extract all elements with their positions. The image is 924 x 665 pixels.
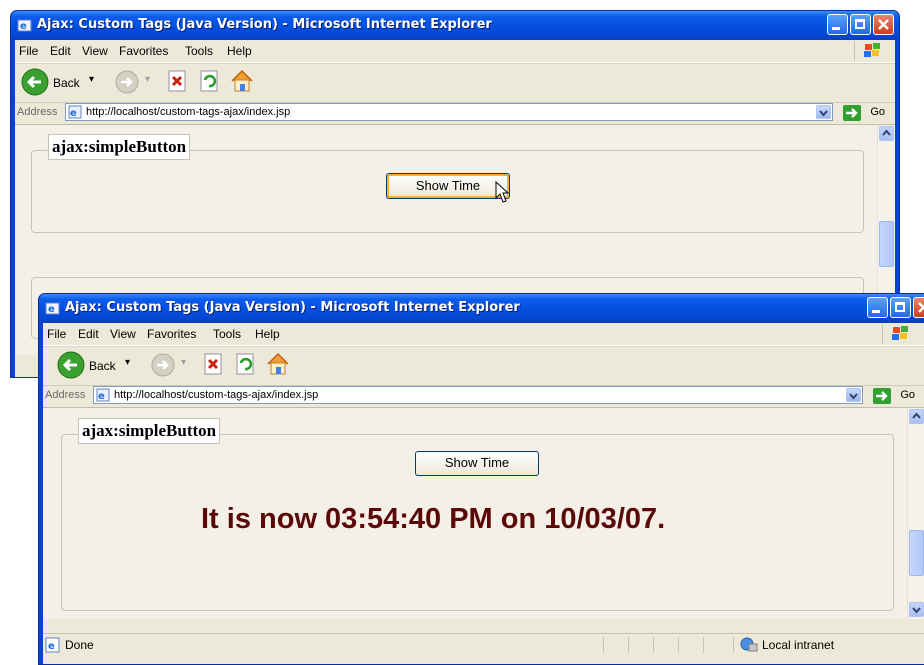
forward-dropdown-icon[interactable]: ▾	[145, 74, 150, 85]
maximize-button[interactable]	[890, 297, 911, 318]
page-done-icon: e	[45, 637, 60, 653]
show-time-button[interactable]: Show Time	[386, 173, 510, 199]
status-text: Done	[65, 638, 94, 652]
address-label: Address	[45, 389, 86, 401]
maximize-button[interactable]	[850, 14, 871, 35]
close-icon	[878, 19, 889, 30]
forward-dropdown-icon[interactable]: ▾	[181, 357, 186, 368]
go-button[interactable]: Go	[870, 106, 885, 118]
address-dropdown-icon[interactable]	[846, 388, 861, 402]
menu-file[interactable]: File	[19, 44, 38, 58]
home-icon[interactable]	[265, 351, 291, 377]
scroll-thumb[interactable]	[909, 530, 924, 576]
title-bar[interactable]: e Ajax: Custom Tags (Java Version) - Mic…	[39, 294, 924, 323]
stop-icon[interactable]	[167, 70, 189, 94]
svg-text:e: e	[48, 641, 55, 652]
go-arrow-icon[interactable]	[843, 105, 861, 121]
show-time-button[interactable]: Show Time	[415, 451, 539, 476]
scroll-up-icon[interactable]	[909, 409, 924, 424]
minimize-button[interactable]	[827, 14, 848, 35]
fieldset-legend: ajax:simpleButton	[78, 418, 221, 444]
menu-file[interactable]: File	[47, 327, 66, 341]
mouse-cursor-icon	[495, 181, 510, 203]
address-bar: Address e http://localhost/custom-tags-a…	[43, 385, 924, 408]
fieldset-legend: ajax:simpleButton	[48, 134, 191, 160]
toolbar: Back ▾ ▾	[43, 346, 924, 386]
zone-text: Local intranet	[762, 638, 835, 652]
scroll-down-icon[interactable]	[909, 602, 924, 617]
close-icon	[918, 302, 924, 313]
stop-icon[interactable]	[203, 353, 225, 377]
back-label[interactable]: Back	[53, 76, 80, 90]
page-icon: e	[68, 105, 82, 119]
back-icon[interactable]	[21, 68, 49, 96]
status-cell	[653, 637, 654, 653]
refresh-icon[interactable]	[199, 70, 221, 94]
menu-help[interactable]: Help	[255, 327, 280, 341]
address-label: Address	[17, 106, 58, 118]
windows-logo-icon	[882, 324, 919, 344]
windows-logo-icon	[854, 41, 891, 61]
address-input[interactable]: e http://localhost/custom-tags-ajax/inde…	[65, 103, 833, 121]
scroll-thumb[interactable]	[879, 221, 894, 267]
menu-bar: File Edit View Favorites Tools Help	[43, 323, 924, 346]
menu-edit[interactable]: Edit	[78, 327, 99, 341]
address-dropdown-icon[interactable]	[816, 105, 831, 119]
menu-help[interactable]: Help	[227, 44, 252, 58]
forward-icon[interactable]	[115, 70, 139, 94]
ie-icon: e	[17, 19, 32, 32]
refresh-icon[interactable]	[235, 353, 257, 377]
address-input[interactable]: e http://localhost/custom-tags-ajax/inde…	[93, 386, 863, 404]
home-icon[interactable]	[229, 68, 255, 94]
svg-text:e: e	[70, 108, 77, 119]
back-icon[interactable]	[57, 351, 85, 379]
menu-favorites[interactable]: Favorites	[147, 327, 196, 341]
go-button[interactable]: Go	[900, 389, 915, 401]
status-cell	[603, 637, 604, 653]
page-content: ajax:simpleButton Show Time It is now 03…	[43, 408, 908, 619]
address-url: http://localhost/custom-tags-ajax/index.…	[114, 389, 319, 401]
status-bar: e Done Local intranet	[43, 633, 924, 656]
go-arrow-icon[interactable]	[873, 388, 891, 404]
forward-icon[interactable]	[151, 353, 175, 377]
close-button[interactable]	[913, 297, 924, 318]
status-cell	[703, 637, 704, 653]
toolbar: Back ▾ ▾	[15, 63, 895, 103]
page-icon: e	[96, 388, 110, 402]
status-cell	[733, 637, 734, 653]
vertical-scrollbar[interactable]	[907, 408, 924, 619]
minimize-button[interactable]	[867, 297, 888, 318]
title-bar[interactable]: e Ajax: Custom Tags (Java Version) - Mic…	[11, 11, 899, 40]
menu-edit[interactable]: Edit	[50, 44, 71, 58]
time-result-text: It is now 03:54:40 PM on 10/03/07.	[201, 503, 666, 535]
svg-text:e: e	[48, 304, 55, 315]
address-bar: Address e http://localhost/custom-tags-a…	[15, 102, 895, 125]
scroll-up-icon[interactable]	[879, 126, 894, 141]
intranet-icon	[740, 637, 758, 652]
status-cell	[678, 637, 679, 653]
svg-text:e: e	[20, 21, 27, 32]
back-dropdown-icon[interactable]: ▾	[89, 74, 94, 85]
menu-bar: File Edit View Favorites Tools Help	[15, 40, 895, 63]
window-title: Ajax: Custom Tags (Java Version) - Micro…	[65, 300, 520, 315]
status-cell	[628, 637, 629, 653]
menu-view[interactable]: View	[82, 44, 108, 58]
menu-favorites[interactable]: Favorites	[119, 44, 168, 58]
svg-text:e: e	[98, 391, 105, 402]
window-title: Ajax: Custom Tags (Java Version) - Micro…	[37, 17, 492, 32]
back-dropdown-icon[interactable]: ▾	[125, 357, 130, 368]
browser-window-front: e Ajax: Custom Tags (Java Version) - Mic…	[38, 293, 924, 665]
menu-tools[interactable]: Tools	[185, 44, 213, 58]
address-url: http://localhost/custom-tags-ajax/index.…	[86, 106, 291, 118]
back-label[interactable]: Back	[89, 359, 116, 373]
ie-icon: e	[45, 302, 60, 315]
close-button[interactable]	[873, 14, 894, 35]
menu-tools[interactable]: Tools	[213, 327, 241, 341]
menu-view[interactable]: View	[110, 327, 136, 341]
